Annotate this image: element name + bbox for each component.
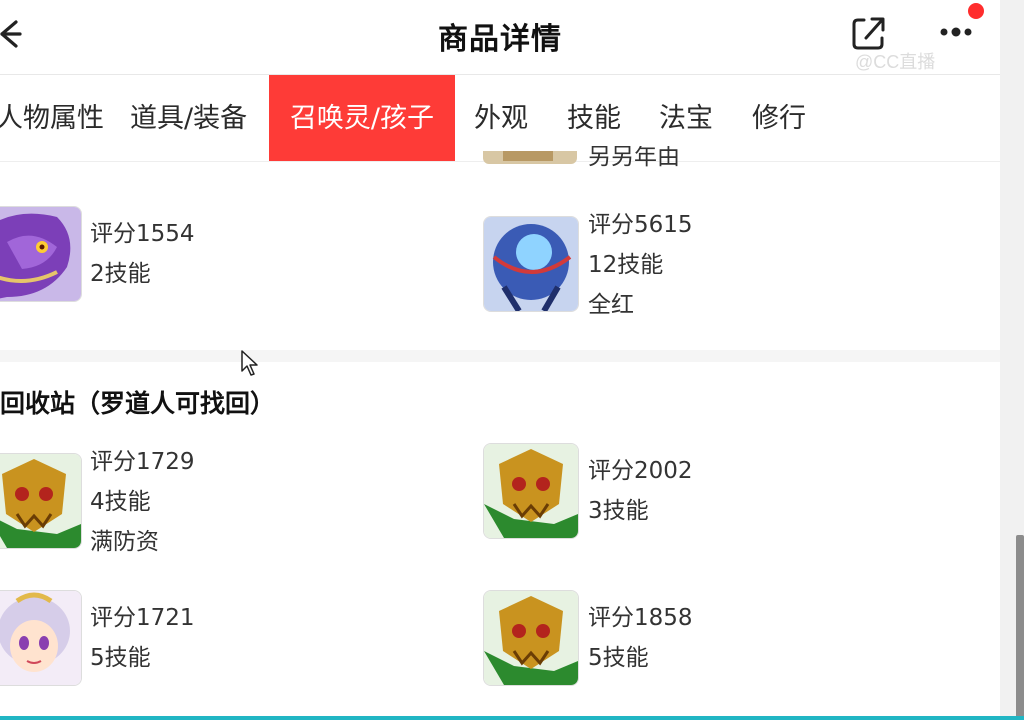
- recycle-bin-title: 回收站（罗道人可找回）: [0, 389, 276, 418]
- stream-watermark: @CC直播: [855, 52, 936, 72]
- tab-character-attributes[interactable]: 人物属性: [0, 75, 104, 161]
- product-detail-page: 商品详情 @CC直播 人物属性 道具/装备 召唤灵/孩子 外观 技能 法宝 修行…: [0, 0, 1000, 720]
- tab-summons-children[interactable]: 召唤灵/孩子: [269, 75, 455, 161]
- summon-2-skills: 12技能: [588, 252, 664, 278]
- tab-appearance[interactable]: 外观: [474, 75, 528, 161]
- recycle-4-score: 评分1858: [588, 605, 693, 631]
- golden-mask-avatar-2[interactable]: [483, 443, 579, 539]
- recycle-2-score: 评分2002: [588, 458, 693, 484]
- bottom-accent-bar: [0, 716, 1024, 720]
- recycle-4-skills: 5技能: [588, 645, 649, 671]
- summon-2-info: 评分5615 12技能 全红: [588, 205, 693, 325]
- recycle-1-score: 评分1729: [90, 449, 195, 475]
- scrollbar-thumb[interactable]: [1016, 535, 1024, 720]
- blue-armor-avatar[interactable]: [483, 216, 579, 312]
- summon-1-skills: 2技能: [90, 261, 151, 287]
- category-tabs: 人物属性 道具/装备 召唤灵/孩子 外观 技能 法宝 修行: [0, 75, 1000, 162]
- golden-mask-avatar-1[interactable]: [0, 453, 82, 549]
- recycle-2-info: 评分2002 3技能: [588, 451, 693, 531]
- summon-2-note: 全红: [588, 292, 634, 318]
- more-icon[interactable]: [935, 14, 977, 50]
- recycle-1-skills: 4技能: [90, 489, 151, 515]
- recycle-3-info: 评分1721 5技能: [90, 598, 195, 678]
- summon-1-score: 评分1554: [90, 221, 195, 247]
- list-item-partial-avatar: [483, 150, 577, 164]
- golden-mask-avatar-3[interactable]: [483, 590, 579, 686]
- top-bar: 商品详情 @CC直播: [0, 0, 1000, 75]
- section-divider: [0, 350, 1000, 362]
- purple-dragon-avatar[interactable]: [0, 206, 82, 302]
- fairy-girl-avatar[interactable]: [0, 590, 82, 686]
- mouse-cursor-icon: [241, 350, 258, 376]
- tab-cultivation[interactable]: 修行: [752, 75, 806, 161]
- recycle-2-skills: 3技能: [588, 498, 649, 524]
- summon-1-info: 评分1554 2技能: [90, 214, 195, 294]
- recycle-1-note: 满防资: [90, 529, 159, 555]
- summon-2-score: 评分5615: [588, 212, 693, 238]
- notification-dot: [968, 3, 984, 19]
- recycle-3-skills: 5技能: [90, 645, 151, 671]
- recycle-1-info: 评分1729 4技能 满防资: [90, 442, 195, 562]
- tab-items-equipment[interactable]: 道具/装备: [130, 75, 247, 161]
- list-item-partial-text: 另另年由: [588, 146, 680, 168]
- recycle-3-score: 评分1721: [90, 605, 195, 631]
- recycle-4-info: 评分1858 5技能: [588, 598, 693, 678]
